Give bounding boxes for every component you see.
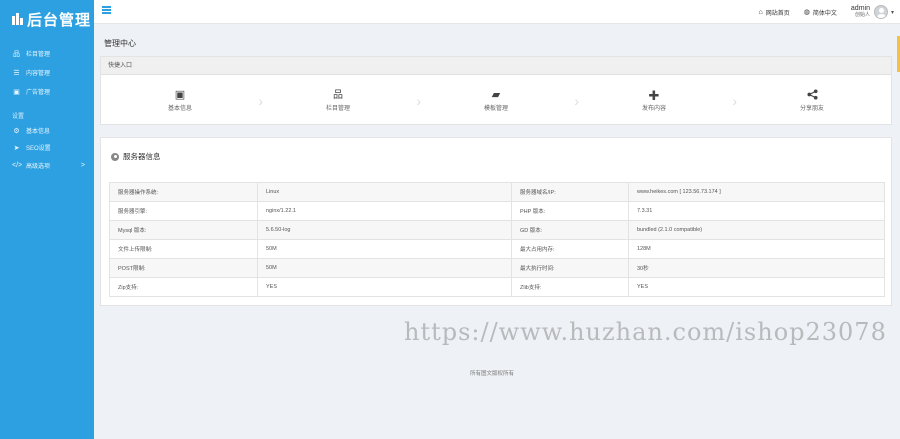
table-cell-value: YES bbox=[628, 277, 885, 297]
language-label: 简体中文 bbox=[812, 10, 837, 17]
footer-copyright: 所有图文版权所有 bbox=[470, 371, 515, 377]
quick-item-label: 发布内容 bbox=[641, 106, 666, 112]
table-cell-value: YES bbox=[257, 277, 512, 297]
quick-publish[interactable]: ✚ 发布内容 › bbox=[575, 88, 737, 112]
table-cell-key: 文件上传限制: bbox=[109, 239, 258, 259]
caret-down-icon[interactable]: ▾ bbox=[891, 9, 894, 16]
table-cell-value: 30秒 bbox=[628, 258, 885, 278]
table-cell-value: 7.3.31 bbox=[628, 201, 885, 221]
table-cell-key: PHP 版本: bbox=[511, 201, 629, 221]
quick-item-label: 基本信息 bbox=[167, 106, 192, 112]
plus-icon: ✚ bbox=[648, 88, 660, 103]
table-cell-value: 50M bbox=[257, 258, 512, 278]
table-cell-value: www.heikes.com [ 123.56.73.174 ] bbox=[628, 182, 885, 202]
table-cell-key: POST限制: bbox=[109, 258, 258, 278]
avatar[interactable] bbox=[873, 5, 888, 19]
quick-basic-info[interactable]: ▣ 基本信息 › bbox=[101, 88, 263, 112]
table-cell-key: Zip支持: bbox=[109, 277, 258, 297]
home-icon: ⌂ bbox=[758, 8, 763, 16]
quick-item-label: 模板管理 bbox=[483, 106, 508, 112]
sitemap-icon: 品 bbox=[333, 90, 343, 101]
table-cell-key: Zlib支持: bbox=[511, 277, 629, 297]
topbar-actions: ⌂ 网站首页 ◍ 简体中文 admin 创始人 ▾ bbox=[759, 0, 894, 24]
table-row: 文件上传限制: 50M 最大占用内存: 128M bbox=[109, 239, 885, 259]
table-row: POST限制: 50M 最大执行时间: 30秒 bbox=[109, 258, 885, 278]
sitemap-icon: 品 bbox=[13, 50, 20, 58]
table-row: Zip支持: YES Zlib支持: YES bbox=[109, 277, 885, 297]
sidebar-section-settings: 设置 bbox=[12, 114, 25, 120]
table-cell-key: 最大执行时间: bbox=[511, 258, 629, 278]
sidebar-item-label: 基本信息 bbox=[26, 129, 51, 135]
user-role: 创始人 bbox=[854, 12, 870, 18]
sidebar-item-label: 内容管理 bbox=[26, 71, 51, 77]
image-icon: ▣ bbox=[13, 88, 20, 96]
table-cell-value: bundled (2.1.0 compatible) bbox=[628, 220, 885, 240]
logo-mark-icon bbox=[12, 13, 24, 25]
table-cell-key: 服务器域名/IP: bbox=[511, 182, 629, 202]
sidebar-item-seo[interactable]: ➤ SEO设置 bbox=[0, 138, 94, 157]
user-menu[interactable]: admin 创始人 ▾ bbox=[851, 5, 894, 19]
site-home-link[interactable]: ⌂ 网站首页 bbox=[759, 8, 790, 17]
quick-item-label: 分享朋友 bbox=[799, 106, 824, 112]
table-cell-key: 服务器操作系统: bbox=[109, 182, 258, 202]
menu-toggle-icon[interactable] bbox=[102, 6, 111, 14]
server-info-table: 服务器操作系统: Linux 服务器域名/IP: www.heikes.com … bbox=[109, 182, 885, 297]
table-cell-value: Linux bbox=[257, 182, 512, 202]
table-cell-value: 5.6.50-log bbox=[257, 220, 512, 240]
sidebar-item-content[interactable]: ☰ 内容管理 bbox=[0, 63, 94, 82]
user-name: admin bbox=[850, 5, 870, 12]
quick-templates[interactable]: ▰ 模板管理 › bbox=[417, 88, 579, 112]
server-info-header: 服务器信息 bbox=[111, 151, 161, 162]
table-cell-key: 最大占用内存: bbox=[511, 239, 629, 259]
quick-item-label: 栏目管理 bbox=[325, 106, 350, 112]
sidebar-item-columns[interactable]: 品 栏目管理 bbox=[0, 44, 94, 63]
server-info-title: 服务器信息 bbox=[123, 152, 161, 161]
code-icon: </> bbox=[12, 161, 23, 169]
sidebar-item-basic-info[interactable]: ⚙ 基本信息 bbox=[0, 123, 94, 138]
quick-entry-header: 快捷入口 bbox=[101, 57, 891, 75]
folder-open-icon: ▰ bbox=[491, 89, 501, 101]
site-home-label: 网站首页 bbox=[765, 10, 790, 17]
server-icon bbox=[111, 152, 119, 161]
page-title: 管理中心 bbox=[104, 39, 136, 48]
sidebar-item-label: 高级选项 bbox=[26, 163, 51, 170]
sidebar-item-label: 栏目管理 bbox=[26, 52, 51, 58]
table-cell-key: 服务器引擎: bbox=[109, 201, 258, 221]
gear-icon: ⚙ bbox=[13, 127, 20, 135]
topbar: ⌂ 网站首页 ◍ 简体中文 admin 创始人 ▾ bbox=[94, 0, 900, 24]
table-cell-value: nginx/1.22.1 bbox=[257, 201, 512, 221]
watermark: https://www.huzhan.com/ishop23078 bbox=[404, 318, 887, 346]
list-icon: ☰ bbox=[13, 69, 20, 77]
logo[interactable]: 后台管理 bbox=[0, 0, 94, 38]
quick-share[interactable]: 分享朋友 bbox=[733, 88, 891, 112]
sidebar-item-advanced[interactable]: </> 高级选项 > bbox=[0, 157, 94, 173]
quick-entry-panel: 快捷入口 ▣ 基本信息 › 品 栏目管理 › ▰ 模板管理 › ✚ 发布内容 ›… bbox=[100, 56, 892, 125]
server-info-panel: 服务器信息 服务器操作系统: Linux 服务器域名/IP: www.heike… bbox=[100, 137, 892, 306]
table-cell-value: 128M bbox=[628, 239, 885, 259]
table-row: Mysql 版本: 5.6.50-log GD 版本: bundled (2.1… bbox=[109, 220, 885, 240]
sidebar: 后台管理 品 栏目管理 ☰ 内容管理 ▣ 广告管理 设置 ⚙ 基本信息 ➤ SE… bbox=[0, 0, 94, 439]
quick-columns[interactable]: 品 栏目管理 › bbox=[259, 88, 421, 112]
share-icon bbox=[733, 88, 891, 103]
sidebar-item-label: 广告管理 bbox=[26, 90, 51, 96]
chevron-right-icon: > bbox=[80, 161, 85, 169]
send-icon: ➤ bbox=[13, 144, 20, 152]
sidebar-item-label: SEO设置 bbox=[26, 146, 51, 152]
logo-text: 后台管理 bbox=[27, 11, 92, 29]
globe-icon: ◍ bbox=[803, 9, 810, 16]
id-card-icon: ▣ bbox=[174, 89, 186, 101]
table-cell-key: Mysql 版本: bbox=[109, 220, 258, 240]
sidebar-item-ads[interactable]: ▣ 广告管理 bbox=[0, 82, 94, 101]
table-cell-key: GD 版本: bbox=[511, 220, 629, 240]
table-row: 服务器操作系统: Linux 服务器域名/IP: www.heikes.com … bbox=[109, 182, 885, 202]
language-switch[interactable]: ◍ 简体中文 bbox=[804, 8, 837, 17]
table-cell-value: 50M bbox=[257, 239, 512, 259]
table-row: 服务器引擎: nginx/1.22.1 PHP 版本: 7.3.31 bbox=[109, 201, 885, 221]
